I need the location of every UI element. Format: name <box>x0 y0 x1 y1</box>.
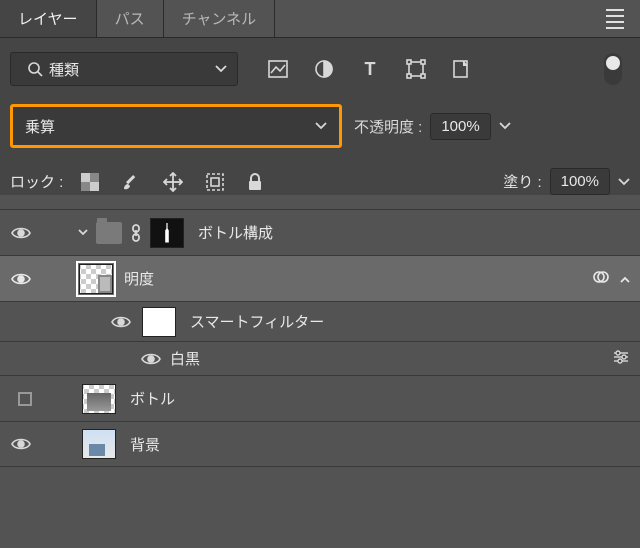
filter-name[interactable]: 白黒 <box>170 348 612 369</box>
fill-label: 塗り : <box>503 171 541 192</box>
layer-group-row[interactable]: ボトル構成 <box>0 209 640 255</box>
layer-bw-filter-row[interactable]: 白黒 <box>0 341 640 375</box>
visibility-toggle[interactable] <box>106 315 136 329</box>
lock-move-icon[interactable] <box>163 172 183 192</box>
panel-menu-icon[interactable] <box>606 9 624 29</box>
visibility-toggle-off[interactable] <box>6 392 36 406</box>
mask-thumbnail[interactable] <box>150 218 184 248</box>
layer-name[interactable]: ボトル構成 <box>198 222 630 243</box>
filter-smartobject-icon[interactable] <box>448 55 476 83</box>
filter-toggle[interactable] <box>604 53 622 85</box>
lock-all-icon[interactable] <box>247 173 263 191</box>
chevron-down-icon <box>215 65 227 73</box>
lock-label: ロック : <box>10 171 63 192</box>
smartfilter-icon <box>592 268 610 290</box>
opacity-label: 不透明度 : <box>354 116 422 137</box>
blend-mode-value: 乗算 <box>25 116 55 137</box>
filter-pixel-icon[interactable] <box>264 55 292 83</box>
tab-channels[interactable]: チャンネル <box>164 0 276 37</box>
visibility-toggle[interactable] <box>6 437 36 451</box>
fill-value[interactable]: 100% <box>550 168 610 195</box>
layer-name[interactable]: ボトル <box>130 388 630 409</box>
layer-name[interactable]: 明度 <box>124 268 592 289</box>
filter-shape-icon[interactable] <box>402 55 430 83</box>
empty-checkbox-icon <box>18 392 32 406</box>
lock-artboard-icon[interactable] <box>205 172 225 192</box>
link-icon <box>128 224 144 242</box>
layer-thumbnail[interactable] <box>82 384 116 414</box>
layer-thumbnail[interactable] <box>76 261 116 297</box>
layer-row[interactable]: ボトル <box>0 375 640 421</box>
chevron-down-icon <box>315 122 327 130</box>
filter-mask-thumbnail[interactable] <box>142 307 176 337</box>
layer-thumbnail[interactable] <box>82 429 116 459</box>
filter-type-icon[interactable]: T <box>356 55 384 83</box>
tab-layers[interactable]: レイヤー <box>0 0 97 37</box>
opacity-value[interactable]: 100% <box>430 113 490 140</box>
chevron-up-icon[interactable] <box>620 270 630 287</box>
opacity-chevron[interactable] <box>499 122 511 130</box>
blend-mode-combo[interactable]: 乗算 <box>10 104 342 148</box>
layer-row-selected[interactable]: 明度 <box>0 255 640 301</box>
filter-settings-icon[interactable] <box>612 350 630 368</box>
tab-paths[interactable]: パス <box>97 0 164 37</box>
layer-filter-combo[interactable]: 種類 <box>10 52 238 86</box>
visibility-toggle[interactable] <box>136 352 166 366</box>
visibility-toggle[interactable] <box>6 226 36 240</box>
layer-name[interactable]: 背景 <box>130 434 630 455</box>
folder-icon <box>96 222 122 244</box>
layer-smartfilter-row[interactable]: スマートフィルター <box>0 301 640 341</box>
lock-brush-icon[interactable] <box>121 172 141 192</box>
layers-list: ボトル構成 明度 スマートフィルター <box>0 209 640 467</box>
svg-text:T: T <box>365 60 376 78</box>
lock-transparency-icon[interactable] <box>81 173 99 191</box>
layer-name: スマートフィルター <box>190 311 630 332</box>
layer-filter-label: 種類 <box>49 59 79 80</box>
fill-chevron[interactable] <box>618 178 630 186</box>
filter-adjustment-icon[interactable] <box>310 55 338 83</box>
visibility-toggle[interactable] <box>6 272 36 286</box>
layer-row[interactable]: 背景 <box>0 421 640 467</box>
search-icon <box>21 55 49 83</box>
chevron-down-icon[interactable] <box>76 229 90 236</box>
